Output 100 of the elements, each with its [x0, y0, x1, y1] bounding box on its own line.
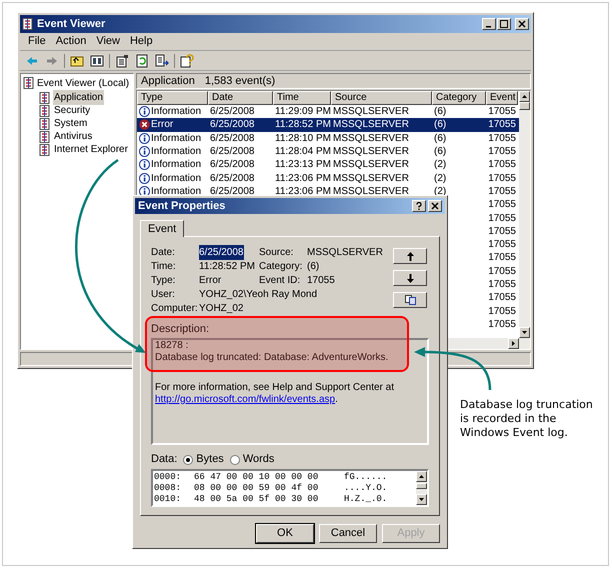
up-arrow-icon — [406, 252, 414, 260]
column-header[interactable]: Category — [432, 91, 486, 105]
log-icon — [39, 118, 50, 130]
vertical-scrollbar[interactable] — [416, 470, 427, 504]
refresh-icon[interactable] — [134, 52, 150, 68]
scroll-thumb[interactable] — [519, 102, 530, 110]
properties-icon[interactable] — [114, 52, 130, 68]
menu-item[interactable]: Action — [56, 33, 86, 50]
table-cell-text: (6) — [434, 145, 446, 158]
panel-toggle-icon[interactable] — [89, 52, 105, 68]
table-cell-text: Information — [151, 145, 202, 158]
error-icon — [139, 119, 150, 130]
table-cell: 17055 — [488, 184, 516, 198]
radio-label: Words — [242, 452, 274, 468]
hex-bytes: 66 47 00 00 10 00 00 00 — [194, 472, 320, 482]
table-cell-text: 6/25/2008 — [210, 145, 254, 158]
tree-item[interactable]: Antivirus — [53, 129, 94, 144]
table-row[interactable]: Information 6/25/2008 11:29:09 PM MSSQLSERVER (6) 17055 — [137, 105, 519, 118]
tree-item[interactable]: Event Viewer (Local) — [37, 76, 130, 90]
column-header[interactable]: Date — [208, 91, 273, 105]
info-icon — [139, 132, 150, 144]
scroll-down-button[interactable] — [416, 494, 427, 504]
table-cell: 6/25/2008 — [210, 105, 254, 118]
help-icon[interactable] — [179, 52, 195, 68]
table-cell: 6/25/2008 — [210, 184, 254, 198]
table-cell: MSSQLSERVER — [333, 184, 409, 198]
table-cell: Information — [151, 184, 202, 198]
window-title: Event Viewer — [37, 16, 106, 32]
table-cell: 6/25/2008 — [210, 158, 254, 172]
field-label: Event ID: — [259, 274, 302, 288]
table-cell: 17055 — [488, 158, 516, 172]
help-button[interactable] — [412, 200, 426, 212]
close-button[interactable] — [515, 18, 529, 30]
hex-ascii: fG...... — [344, 472, 388, 482]
maximize-button[interactable] — [497, 18, 511, 30]
tree-item[interactable]: Application — [53, 90, 104, 105]
table-cell-text: Information — [151, 172, 202, 185]
more-info-text: For more information, see Help and Support Center at — [155, 382, 394, 394]
table-cell: MSSQLSERVER — [333, 105, 409, 118]
table-cell: 11:28:52 PM — [275, 118, 331, 132]
field-label: Computer: — [151, 302, 199, 316]
column-header[interactable]: Time — [273, 91, 331, 105]
info-icon — [139, 172, 150, 184]
menu-item[interactable]: File — [28, 33, 46, 50]
field-label: Category: — [259, 260, 304, 274]
description-line: Database log truncated: Database: AdventureWorks. — [155, 352, 388, 364]
table-cell: 11:23:13 PM — [275, 158, 331, 172]
column-header[interactable]: Source — [331, 91, 432, 105]
hex-ascii: ....Y.O. — [344, 482, 388, 494]
scroll-up-button[interactable] — [416, 470, 427, 482]
column-header[interactable]: Type — [137, 91, 208, 105]
table-cell: 17055 — [488, 118, 516, 132]
vertical-scrollbar[interactable] — [519, 91, 530, 338]
up-arrow-icon — [522, 95, 527, 98]
tab[interactable]: Event — [140, 220, 184, 237]
radio-button[interactable] — [183, 454, 194, 464]
previous-button[interactable] — [393, 248, 427, 264]
close-button[interactable] — [428, 200, 442, 212]
help-link[interactable]: http://go.microsoft.com/fwlink/events.asp — [155, 394, 336, 404]
copy-button[interactable] — [393, 292, 427, 308]
field-value: (6) — [307, 260, 320, 274]
table-row[interactable]: Information 6/25/2008 11:23:13 PM MSSQLSERVER (2) 17055 — [137, 158, 519, 172]
up-arrow-icon — [419, 474, 424, 478]
field-label: Date: — [151, 246, 176, 260]
export-icon[interactable] — [154, 52, 170, 68]
minimize-button[interactable] — [482, 18, 496, 30]
dialog-button[interactable]: Cancel — [319, 524, 377, 543]
radio-button[interactable] — [230, 454, 240, 464]
table-cell-text: 11:23:06 PM — [275, 172, 331, 185]
table-row[interactable]: Error 6/25/2008 11:28:52 PM MSSQLSERVER (6) 17055 — [137, 118, 519, 132]
table-cell: (6) — [434, 132, 446, 145]
scroll-thumb[interactable] — [416, 482, 427, 488]
copy-icon — [404, 295, 416, 305]
table-cell-text: MSSQLSERVER — [333, 172, 409, 185]
column-header[interactable]: Event — [486, 91, 518, 105]
table-row[interactable]: Information 6/25/2008 11:28:04 PM MSSQLSERVER (6) 17055 — [137, 144, 519, 158]
right-arrow-icon — [512, 341, 515, 346]
hex-bytes: 48 00 5a 00 5f 00 30 00 — [194, 494, 320, 504]
field-label: Time: — [151, 260, 177, 274]
down-arrow-icon — [419, 498, 424, 500]
dialog-button[interactable]: OK — [256, 524, 314, 543]
table-row[interactable]: Information 6/25/2008 11:28:10 PM MSSQLSERVER (6) 17055 — [137, 132, 519, 145]
data-label: Data: — [151, 452, 178, 468]
menu-item[interactable]: View — [96, 33, 120, 50]
dialog-title: Event Properties — [138, 198, 226, 214]
table-cell: Error — [151, 118, 174, 132]
next-button[interactable] — [393, 270, 427, 286]
tree-item[interactable]: Internet Explorer — [53, 142, 129, 157]
table-cell: Information — [151, 158, 202, 172]
menu-item[interactable]: Help — [130, 33, 153, 50]
table-cell: 6/25/2008 — [210, 132, 254, 145]
field-value: 17055 — [307, 274, 335, 288]
tree-item[interactable]: Security — [53, 103, 92, 118]
field-value: YOHZ_02\Yeoh Ray Mond — [199, 288, 318, 302]
field-value: 11:28:52 PM — [199, 260, 255, 274]
tree-item[interactable]: System — [53, 116, 88, 131]
table-cell-text: (2) — [434, 172, 446, 185]
table-cell: (6) — [434, 105, 446, 118]
table-row[interactable]: Information 6/25/2008 11:23:06 PM MSSQLSERVER (2) 17055 — [137, 171, 519, 185]
close-icon — [431, 202, 439, 210]
